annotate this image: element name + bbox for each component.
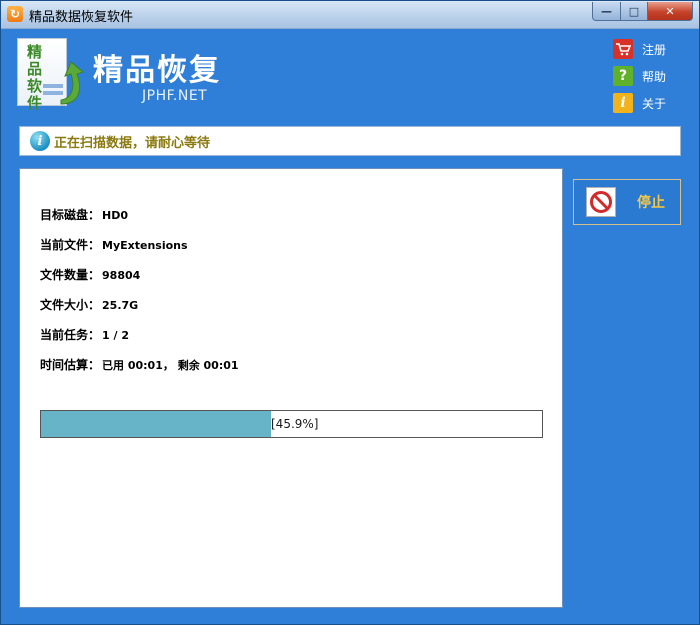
recover-arrow-icon: [43, 61, 85, 105]
about-label: 关于: [642, 96, 667, 111]
row-value: 98804: [102, 269, 141, 282]
row-label: 当前任务：: [40, 328, 101, 342]
info-circle-icon: i: [30, 131, 50, 151]
row-value: 已用 00:01， 剩余 00:01: [102, 359, 239, 372]
row-value: HD0: [102, 209, 129, 222]
row-label: 目标磁盘：: [40, 208, 101, 222]
row-value: 1 / 2: [102, 329, 129, 342]
time-estimate-row: 时间估算： 已用 00:01， 剩余 00:01: [40, 356, 239, 373]
scan-progress-bar: [45.9%]: [40, 410, 543, 438]
maximize-button[interactable]: □: [621, 2, 648, 21]
main-window: ↻ 精品数据恢复软件 — □ ✕ 精品软件 精品恢复 JPHF.NET 注册 ?…: [0, 0, 700, 625]
current-task-row: 当前任务： 1 / 2: [40, 326, 129, 343]
window-controls: — □ ✕: [592, 2, 693, 21]
stop-label: 停止: [637, 195, 665, 211]
info-icon: i: [613, 93, 633, 113]
row-value: 25.7G: [102, 299, 139, 312]
file-count-row: 文件数量： 98804: [40, 266, 140, 283]
target-disk-row: 目标磁盘： HD0: [40, 206, 128, 223]
status-bar: i 正在扫描数据，请耐心等待: [19, 126, 681, 156]
status-message: 正在扫描数据，请耐心等待: [54, 135, 211, 151]
header-links: 注册 ? 帮助 i 关于: [613, 39, 666, 120]
row-label: 当前文件：: [40, 238, 101, 252]
brand-title: 精品恢复: [93, 53, 221, 88]
row-label: 文件数量：: [40, 268, 101, 282]
minimize-button[interactable]: —: [592, 2, 621, 21]
stop-button[interactable]: 停止: [573, 179, 681, 225]
close-button[interactable]: ✕: [648, 2, 693, 21]
app-icon: ↻: [7, 6, 23, 22]
app-logo: 精品软件: [17, 38, 85, 112]
window-title: 精品数据恢复软件: [29, 10, 134, 25]
brand-website: JPHF.NET: [142, 88, 208, 104]
row-label: 时间估算：: [40, 358, 101, 372]
current-file-row: 当前文件： MyExtensions: [40, 236, 188, 253]
scan-panel: 目标磁盘： HD0 当前文件： MyExtensions 文件数量： 98804 文件…: [19, 168, 563, 608]
help-label: 帮助: [642, 69, 667, 84]
about-link[interactable]: i 关于: [613, 93, 666, 113]
row-label: 文件大小：: [40, 298, 101, 312]
progress-label: [45.9%]: [271, 417, 319, 431]
help-icon: ?: [613, 66, 633, 86]
row-value: MyExtensions: [102, 239, 188, 252]
title-bar[interactable]: ↻ 精品数据恢复软件 — □ ✕: [1, 1, 699, 29]
cart-icon: [613, 39, 633, 59]
progress-fill: [41, 411, 271, 437]
stop-icon: [586, 187, 616, 217]
file-size-row: 文件大小： 25.7G: [40, 296, 138, 313]
help-link[interactable]: ? 帮助: [613, 66, 666, 86]
register-label: 注册: [642, 42, 667, 57]
register-link[interactable]: 注册: [613, 39, 666, 59]
